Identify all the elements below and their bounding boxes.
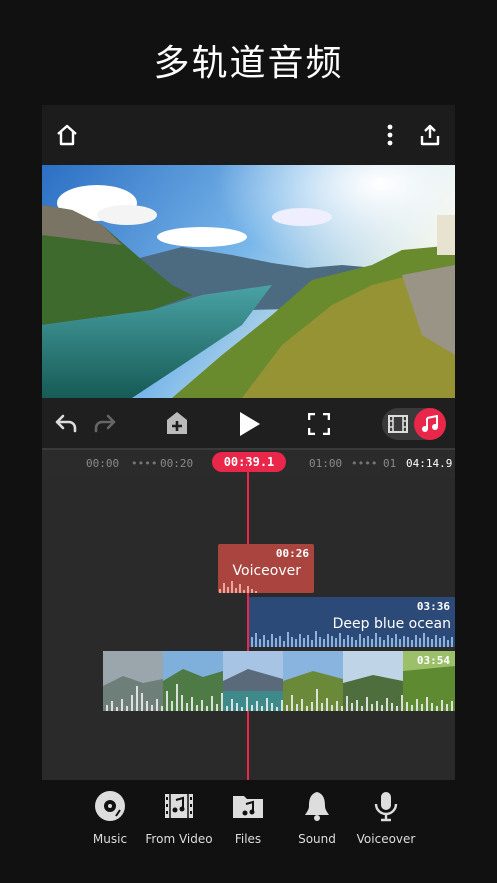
files-tool-label: Files	[234, 832, 262, 846]
ruler-tick-label: 01	[383, 457, 397, 470]
music-folder-icon	[208, 790, 288, 826]
music-waveform	[251, 631, 453, 647]
ruler-tick-label: 00:00	[86, 457, 120, 470]
film-music-icon	[139, 790, 219, 826]
video-preview[interactable]	[42, 165, 455, 398]
clip-duration: 03:36	[416, 600, 450, 613]
ruler-dots: ••••	[351, 457, 378, 470]
clip-duration: 00:26	[275, 547, 309, 560]
export-icon[interactable]	[415, 120, 445, 150]
clip-duration: 03:54	[416, 654, 450, 667]
voiceover-clip[interactable]: 00:26 Voiceover	[218, 544, 314, 593]
music-tool-label: Music	[92, 832, 128, 846]
film-icon[interactable]	[386, 412, 410, 436]
current-time-badge[interactable]: 00:39.1	[212, 452, 286, 472]
music-clip[interactable]: 03:36 Deep blue ocean	[249, 597, 455, 647]
total-duration: 04:14.9	[406, 457, 453, 470]
bell-icon	[277, 790, 357, 826]
ruler-tick-label: 01:00	[309, 457, 343, 470]
music-note-icon[interactable]	[414, 408, 446, 440]
audio-source-toolbar: Music From Video Files Sound Voiceover	[0, 780, 497, 883]
voiceover-tool-label: Voiceover	[356, 832, 416, 846]
from-video-tool-button[interactable]: From Video	[139, 790, 219, 846]
video-clip[interactable]: 03:54	[103, 651, 455, 711]
video-waveform	[106, 684, 453, 711]
music-disc-icon	[70, 790, 150, 826]
track-mode-toggle[interactable]	[382, 408, 446, 440]
files-tool-button[interactable]: Files	[208, 790, 288, 846]
add-clip-icon[interactable]	[164, 410, 190, 436]
ruler-dots: ••••	[131, 457, 158, 470]
redo-icon[interactable]	[91, 410, 119, 436]
play-icon[interactable]	[235, 410, 263, 438]
headline: 多轨道音频	[153, 43, 344, 84]
clip-name: Voiceover	[232, 563, 301, 579]
ruler-tick-label: 00:20	[160, 457, 194, 470]
home-icon[interactable]	[52, 120, 82, 150]
sound-tool-button[interactable]: Sound	[277, 790, 357, 846]
from-video-tool-label: From Video	[145, 832, 213, 846]
editor-top-bar	[42, 105, 455, 165]
sound-tool-label: Sound	[298, 832, 336, 846]
undo-icon[interactable]	[52, 410, 80, 436]
microphone-icon	[346, 790, 426, 826]
voiceover-tool-button[interactable]: Voiceover	[346, 790, 426, 846]
voiceover-waveform	[219, 581, 257, 593]
playback-controls	[42, 398, 455, 448]
music-tool-button[interactable]: Music	[70, 790, 150, 846]
fullscreen-icon[interactable]	[306, 411, 332, 437]
more-options-icon[interactable]	[378, 120, 402, 150]
